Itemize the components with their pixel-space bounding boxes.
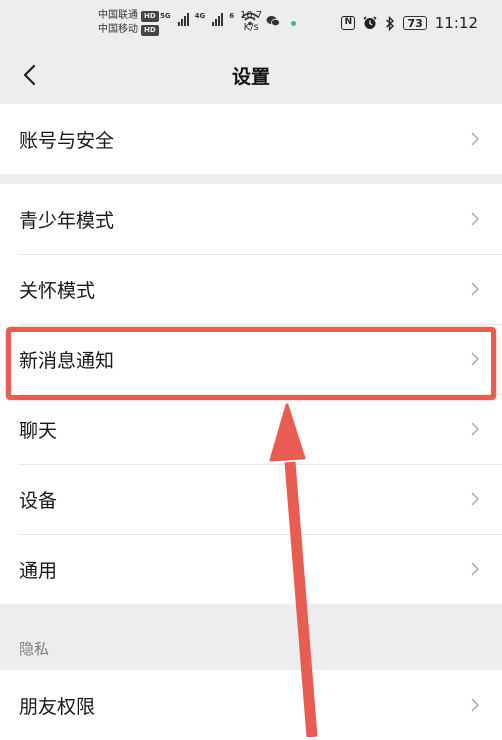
network-speed: 10.7 K/s — [240, 10, 262, 34]
network-type-4g: 4G — [194, 12, 206, 20]
settings-item-general[interactable]: 通用 — [0, 534, 502, 604]
chevron-right-icon — [471, 132, 480, 146]
carrier-name-1: 中国联通 — [98, 10, 138, 21]
chevron-right-icon — [471, 212, 480, 226]
settings-item-label: 新消息通知 — [19, 349, 115, 372]
settings-item-label: 聊天 — [19, 419, 58, 442]
settings-item-friend-permissions[interactable]: 朋友权限 — [0, 670, 502, 740]
chevron-right-icon — [471, 282, 480, 296]
section-header-privacy: 隐私 — [19, 640, 50, 658]
wechat-notification-icon — [266, 16, 280, 27]
nav-bar: 设置 — [0, 46, 502, 104]
chevron-right-icon — [471, 422, 480, 436]
settings-item-chat[interactable]: 聊天 — [0, 394, 502, 464]
network-type-5g: 5G — [160, 12, 171, 20]
settings-item-teen-mode[interactable]: 青少年模式 — [0, 184, 502, 254]
bluetooth-icon — [386, 15, 395, 31]
speed-value: 10.7 — [240, 10, 263, 21]
settings-item-label: 朋友权限 — [19, 695, 96, 718]
carrier-info: 中国联通 HD 中国移动 HD — [98, 9, 159, 37]
chevron-right-icon — [471, 352, 480, 366]
chevron-right-icon — [471, 562, 480, 576]
notification-dot — [291, 21, 296, 26]
signal-bars-icon — [177, 12, 189, 26]
hd-badge: HD — [141, 10, 159, 22]
speed-unit: K/s — [243, 22, 259, 33]
carrier-name-2: 中国移动 — [98, 24, 138, 35]
settings-item-new-message-notification[interactable]: 新消息通知 — [0, 324, 502, 394]
chevron-right-icon — [471, 492, 480, 506]
settings-item-label: 设备 — [19, 489, 58, 512]
settings-item-label: 通用 — [19, 559, 58, 582]
battery-level: 73 — [403, 16, 427, 30]
settings-group-account: 账号与安全 — [0, 104, 502, 174]
hd-badge: HD — [141, 24, 159, 36]
settings-item-care-mode[interactable]: 关怀模式 — [0, 254, 502, 324]
wifi-generation: 6 — [229, 12, 235, 20]
settings-item-account-security[interactable]: 账号与安全 — [0, 104, 502, 174]
settings-item-devices[interactable]: 设备 — [0, 464, 502, 534]
settings-group-main: 青少年模式 关怀模式 新消息通知 聊天 设备 通用 — [0, 184, 502, 604]
page-title: 设置 — [231, 66, 270, 88]
status-time: 11:12 — [434, 14, 478, 32]
settings-item-label: 关怀模式 — [19, 279, 96, 302]
status-bar: 中国联通 HD 中国移动 HD 5G 4G 6 10.7 K/s N 73 11… — [0, 0, 502, 46]
status-icons-right: N 73 11:12 — [341, 14, 478, 32]
settings-item-label: 账号与安全 — [19, 129, 115, 152]
settings-item-label: 青少年模式 — [19, 209, 115, 232]
alarm-icon — [363, 16, 378, 29]
nfc-icon: N — [341, 16, 356, 30]
chevron-right-icon — [471, 698, 480, 712]
settings-group-privacy: 朋友权限 — [0, 670, 502, 740]
signal-bars-icon — [212, 12, 224, 26]
